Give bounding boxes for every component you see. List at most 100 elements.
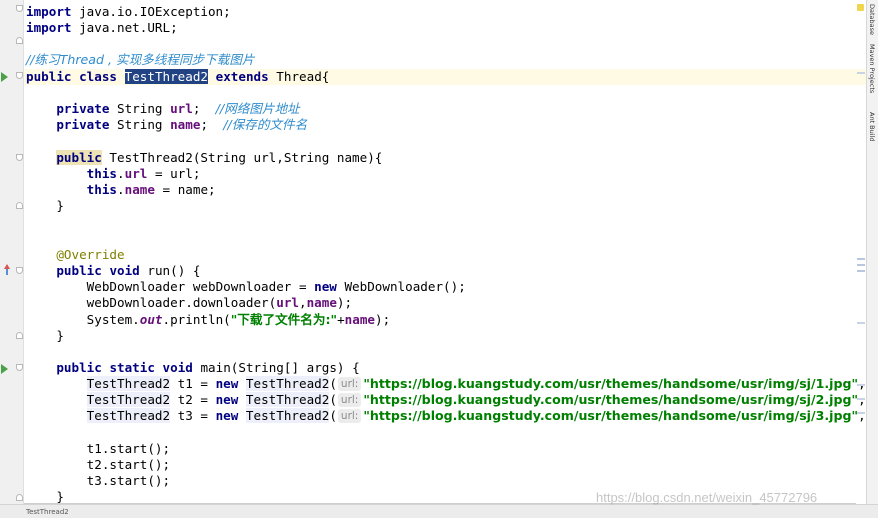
- field-name: name: [306, 295, 337, 310]
- code-text: Thread{: [276, 69, 330, 84]
- code-line[interactable]: System.out.println("下载了文件名为:"+name);: [26, 312, 391, 328]
- code-editor[interactable]: import java.io.IOException; import java.…: [24, 0, 866, 504]
- field-name: url: [276, 295, 299, 310]
- code-line[interactable]: public TestThread2(String url,String nam…: [26, 150, 382, 166]
- code-line[interactable]: this.url = url;: [26, 166, 201, 182]
- fold-icon[interactable]: [16, 494, 23, 501]
- code-text: .println(: [162, 312, 231, 327]
- keyword: this: [86, 182, 118, 197]
- fold-icon[interactable]: [16, 364, 23, 371]
- code-text: (: [329, 376, 337, 391]
- code-text: );: [336, 295, 353, 310]
- comment: //保存的文件名: [223, 117, 308, 132]
- code-text: = name;: [154, 182, 216, 197]
- code-line[interactable]: }: [26, 328, 64, 344]
- tool-window-label: Maven Projects: [868, 44, 876, 94]
- keyword: new: [215, 408, 239, 423]
- tool-window-maven[interactable]: Maven Projects: [867, 44, 878, 104]
- error-stripe[interactable]: [857, 0, 865, 504]
- code-line[interactable]: t3.start();: [26, 473, 170, 489]
- stripe-mark[interactable]: [857, 72, 865, 74]
- run-class-icon[interactable]: [1, 72, 8, 82]
- code-line[interactable]: WebDownloader webDownloader = new WebDow…: [26, 279, 466, 295]
- code-line[interactable]: }: [26, 198, 64, 214]
- code-text: ,: [298, 295, 307, 310]
- class-usage: TestThread2: [86, 392, 171, 407]
- stripe-mark[interactable]: [857, 258, 865, 260]
- code-line[interactable]: //练习Thread , 实现多线程同步下载图片: [26, 52, 255, 68]
- static-field: out: [139, 312, 163, 327]
- right-tool-window-bar: Database Maven Projects Ant Build: [866, 0, 878, 504]
- breadcrumb[interactable]: TestThread2: [26, 508, 69, 516]
- fold-icon[interactable]: [16, 5, 23, 12]
- stripe-mark[interactable]: [857, 264, 865, 266]
- code-line[interactable]: public void run() {: [26, 263, 200, 279]
- fold-icon[interactable]: [16, 202, 23, 209]
- code-line[interactable]: private String name; //保存的文件名: [26, 117, 307, 133]
- code-text: +: [337, 312, 345, 327]
- code-text: ;: [200, 117, 224, 132]
- stripe-mark[interactable]: [857, 412, 865, 414]
- fold-icon[interactable]: [16, 267, 23, 274]
- code-line[interactable]: }: [26, 489, 64, 504]
- code-text: main(String[] args) {: [192, 360, 360, 375]
- keyword: static: [109, 360, 155, 375]
- fold-icon[interactable]: [16, 37, 23, 44]
- code-text: = url;: [147, 166, 201, 181]
- run-main-icon[interactable]: [1, 364, 8, 374]
- code-text: t2.start();: [86, 457, 171, 472]
- field-name: url: [124, 166, 148, 181]
- code-text: System.: [86, 312, 140, 327]
- class-usage: TestThread2: [86, 376, 171, 391]
- code-text: run() {: [139, 263, 201, 278]
- code-line[interactable]: TestThread2 t3 = new TestThread2(url: "ht…: [26, 408, 866, 424]
- code-line[interactable]: TestThread2 t2 = new TestThread2(url: "ht…: [26, 392, 866, 408]
- code-text: t2 =: [170, 392, 216, 407]
- editor-gutter[interactable]: [0, 0, 24, 504]
- code-line[interactable]: this.name = name;: [26, 182, 216, 198]
- code-text: WebDownloader webDownloader =: [86, 279, 315, 294]
- code-line[interactable]: t1.start();: [26, 441, 170, 457]
- tool-window-ant[interactable]: Ant Build: [867, 112, 878, 152]
- keyword: void: [109, 263, 140, 278]
- code-line[interactable]: webDownloader.downloader(url,name);: [26, 295, 352, 311]
- tool-window-label: Database: [868, 4, 876, 36]
- annotation: @Override: [56, 247, 125, 262]
- code-line[interactable]: @Override: [26, 247, 125, 263]
- stripe-mark[interactable]: [857, 270, 865, 272]
- stripe-mark[interactable]: [857, 398, 865, 400]
- override-method-icon[interactable]: [2, 264, 10, 276]
- code-text: }: [56, 328, 64, 343]
- stripe-mark[interactable]: [857, 322, 865, 324]
- stripe-mark[interactable]: [857, 384, 865, 386]
- field-name: url: [170, 101, 193, 116]
- code-text: .: [117, 182, 125, 197]
- fold-icon[interactable]: [16, 332, 23, 339]
- fold-icon[interactable]: [16, 154, 23, 161]
- class-usage: TestThread2: [86, 408, 171, 423]
- comment: //网络图片地址: [215, 101, 300, 116]
- keyword: new: [215, 392, 239, 407]
- keyword: new: [314, 279, 337, 294]
- code-line[interactable]: import java.net.URL;: [26, 20, 178, 36]
- string-literal: "https://blog.kuangstudy.com/usr/themes/…: [363, 392, 859, 407]
- code-line[interactable]: t2.start();: [26, 457, 170, 473]
- keyword: public: [56, 263, 102, 278]
- code-text: t1 =: [170, 376, 216, 391]
- watermark: https://blog.csdn.net/weixin_45772796: [596, 490, 818, 505]
- code-text: );: [375, 312, 391, 327]
- parameter-hint: url:: [337, 377, 362, 391]
- field-name: name: [170, 117, 201, 132]
- code-line[interactable]: public class TestThread2 extends Thread{: [26, 69, 329, 85]
- code-text: (: [329, 392, 337, 407]
- code-line[interactable]: TestThread2 t1 = new TestThread2(url: "ht…: [26, 376, 866, 392]
- code-text: (: [329, 408, 337, 423]
- code-line[interactable]: private String url; //网络图片地址: [26, 101, 300, 117]
- string-literal: "https://blog.kuangstudy.com/usr/themes/…: [363, 408, 859, 423]
- fold-icon[interactable]: [16, 72, 23, 79]
- code-line[interactable]: public static void main(String[] args) {: [26, 360, 360, 376]
- field-name: name: [344, 312, 376, 327]
- code-line[interactable]: import java.io.IOException;: [26, 4, 231, 20]
- tool-window-database[interactable]: Database: [867, 4, 878, 36]
- selected-class-name[interactable]: TestThread2: [124, 69, 209, 84]
